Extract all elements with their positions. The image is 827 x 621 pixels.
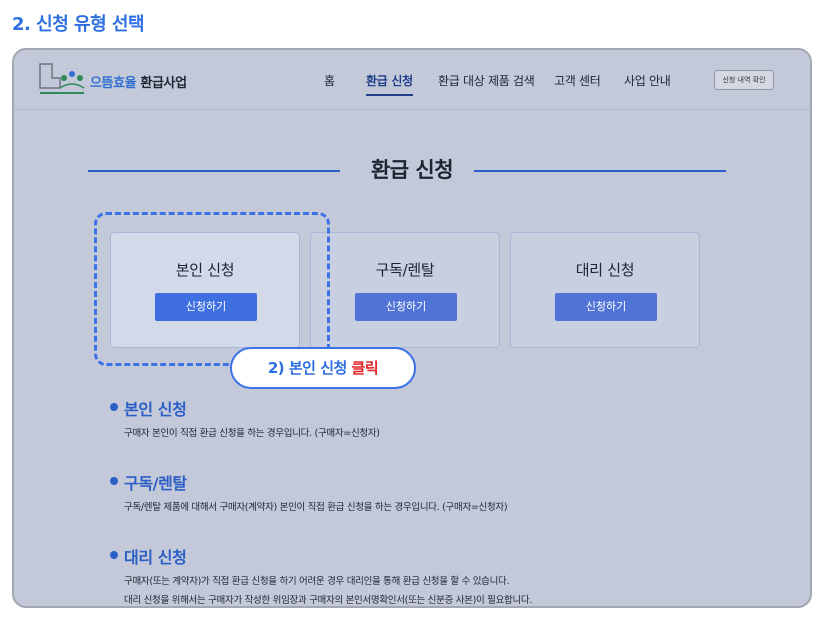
desc-line: 구매자(또는 계약자)가 직접 환급 신청을 하기 어려운 경우 대리인을 통해… [124,576,510,587]
desc-title: 구독/렌탈 [124,474,187,493]
brand-part1: 으뜸효율 [90,76,137,91]
logo-icon[interactable] [38,60,86,100]
site-header: 으뜸효율 환급사업 홈 환급 신청 환급 대상 제품 검색 고객 센터 사업 안… [14,50,810,110]
screenshot-frame: 으뜸효율 환급사업 홈 환급 신청 환급 대상 제품 검색 고객 센터 사업 안… [12,48,812,608]
nav-home[interactable]: 홈 [324,72,335,89]
nav-customer-center[interactable]: 고객 센터 [554,72,601,89]
title-line-right [474,170,726,172]
brand-part2: 환급사업 [140,76,187,91]
bullet-icon [110,551,118,559]
desc-title: 본인 신청 [124,400,187,419]
step-title: 2. 신청 유형 선택 [12,14,145,35]
bullet-icon [110,477,118,485]
callout-prefix: 2) 본인 신청 [267,359,352,377]
apply-button-rental[interactable]: 신청하기 [355,293,457,321]
selection-highlight [94,212,330,366]
card-subscription-rental[interactable]: 구독/렌탈 신청하기 [310,232,500,348]
brand-name[interactable]: 으뜸효율 환급사업 [90,72,187,91]
apply-button-proxy[interactable]: 신청하기 [555,293,657,321]
nav-refund-apply[interactable]: 환급 신청 [366,72,413,96]
callout-action: 클릭 [351,359,379,377]
desc-text: 구매자 본인이 직접 환급 신청을 하는 경우입니다. (구매자=신청자) [124,428,380,439]
nav-business-info[interactable]: 사업 안내 [624,72,671,89]
desc-text: 구매자(또는 계약자)가 직접 환급 신청을 하기 어려운 경우 대리인을 통해… [124,572,533,606]
bullet-icon [110,403,118,411]
desc-text: 구독/렌탈 제품에 대해서 구매자(계약자) 본인이 직접 환급 신청을 하는 … [124,502,508,513]
desc-title: 대리 신청 [124,548,187,567]
nav-product-search[interactable]: 환급 대상 제품 검색 [438,72,535,89]
desc-line: 대리 신청을 위해서는 구매자가 작성한 위임장과 구매자의 본인서명확인서(또… [124,595,533,606]
card-title: 구독/렌탈 [375,261,435,279]
instruction-callout: 2) 본인 신청 클릭 [230,347,416,389]
card-proxy-apply[interactable]: 대리 신청 신청하기 [510,232,700,348]
check-history-button[interactable]: 신청 내역 확인 [714,70,774,90]
card-title: 대리 신청 [575,261,635,279]
page-title: 환급 신청 [370,158,454,182]
